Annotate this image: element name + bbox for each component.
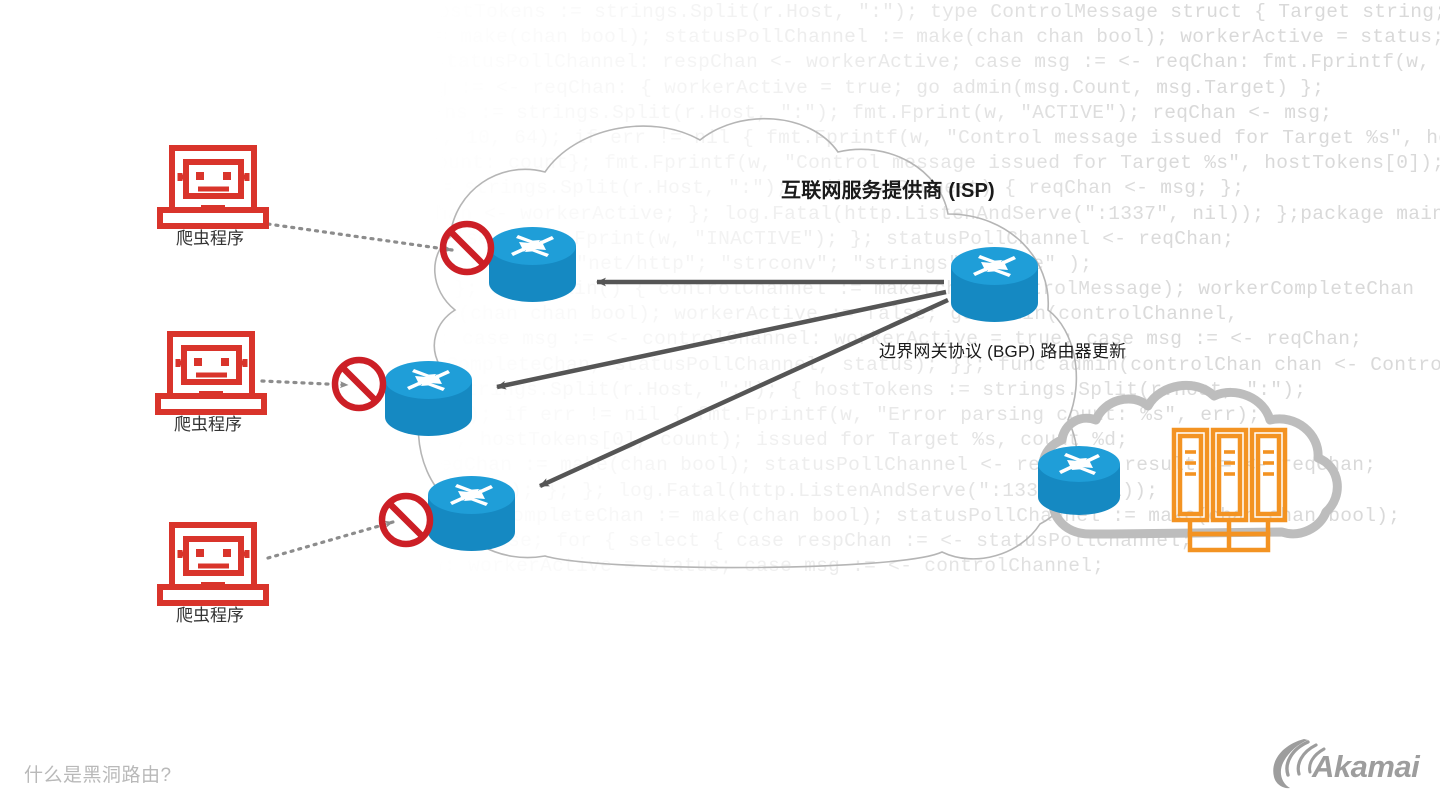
bot-label-2: 爬虫程序 xyxy=(174,415,242,434)
akamai-wordmark: Akamai xyxy=(1311,749,1421,784)
origin-router[interactable] xyxy=(1038,446,1120,515)
laptop-bot-icon-3 xyxy=(157,522,269,606)
diagram-canvas: func admin(w http.ResponseWriter, r *htt… xyxy=(0,0,1440,810)
core-router[interactable] xyxy=(951,247,1038,322)
laptop-bot-icon-2 xyxy=(155,331,267,415)
bot-path-1 xyxy=(266,222,454,253)
edge-router-top[interactable] xyxy=(489,227,576,302)
prohibition-sign-icon-1 xyxy=(439,220,495,276)
page-caption: 什么是黑洞路由? xyxy=(24,765,172,786)
akamai-logo: Akamai xyxy=(1273,739,1422,789)
isp-cloud-label: 互联网服务提供商 (ISP) xyxy=(781,180,995,202)
bgp-arrow-bottom xyxy=(539,297,949,489)
edge-router-bottom[interactable] xyxy=(428,476,515,551)
bgp-update-label: 边界网关协议 (BGP) 路由器更新 xyxy=(879,342,1127,361)
laptop-bot-icon-1 xyxy=(157,145,269,229)
bot-label-3: 爬虫程序 xyxy=(176,606,244,625)
bot-path-3 xyxy=(266,520,395,560)
network-diagram xyxy=(155,117,1342,606)
server-rack-icon xyxy=(1171,427,1288,553)
bot-label-1: 爬虫程序 xyxy=(176,229,244,248)
prohibition-sign-icon-3 xyxy=(378,492,434,548)
bgp-update-arrows xyxy=(496,277,949,489)
edge-router-middle[interactable] xyxy=(385,361,472,436)
